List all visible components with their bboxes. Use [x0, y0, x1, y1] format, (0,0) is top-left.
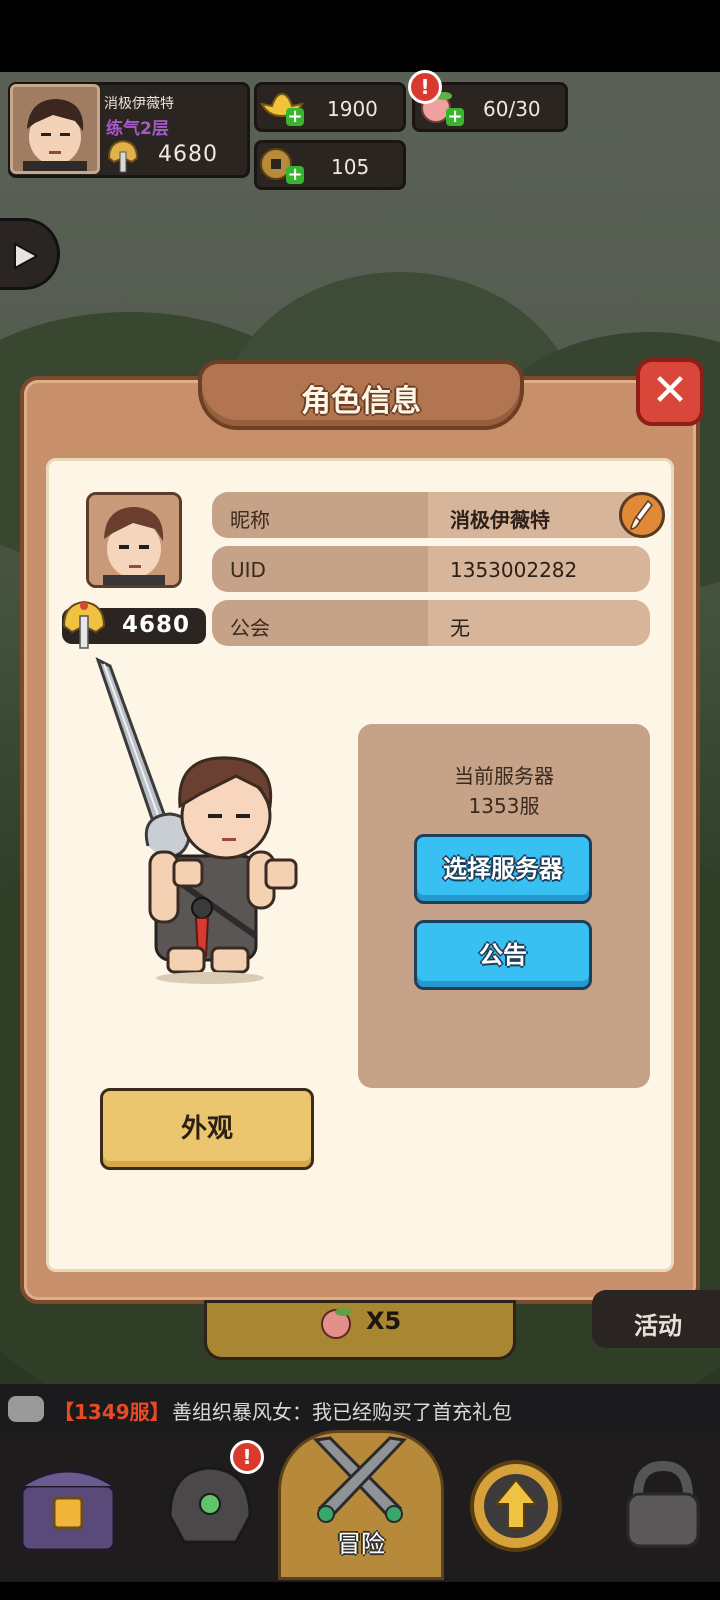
character-figure	[95, 657, 298, 984]
reward-button[interactable]	[204, 1300, 516, 1360]
character-portrait-icon	[89, 495, 179, 585]
player-avatar[interactable]	[10, 84, 100, 174]
chat-message: 善组织暴风女：我已经购买了首充礼包	[172, 1400, 512, 1424]
player-power: 4680	[158, 142, 218, 167]
nav-other[interactable]	[608, 1446, 720, 1566]
upgrade-arrow-icon	[470, 1460, 562, 1552]
activity-label: 活动	[634, 1312, 682, 1340]
nav-adventure-label: 冒险	[337, 1530, 385, 1558]
uid-value: 1353002282	[450, 558, 578, 582]
stamina-amount: 60/30	[483, 97, 541, 121]
edit-nickname-button[interactable]	[619, 492, 665, 538]
nav-shop[interactable]	[8, 1446, 128, 1566]
nav-upgrade[interactable]	[456, 1446, 576, 1566]
select-server-button[interactable]: 选择服务器	[414, 834, 592, 904]
helmet-icon	[107, 139, 139, 173]
current-server-value: 1353服	[468, 794, 540, 818]
dialog-title: 角色信息	[301, 384, 421, 419]
character-avatar[interactable]	[86, 492, 182, 588]
guild-row: 公会 无	[212, 600, 650, 646]
gold-amount: 1900	[327, 97, 378, 121]
character-power: 4680	[122, 612, 191, 638]
add-coin-icon[interactable]: +	[286, 166, 304, 184]
guild-label: 公会	[230, 616, 270, 640]
add-gold-icon[interactable]: +	[286, 108, 304, 126]
chat-bubble-icon[interactable]	[8, 1396, 44, 1422]
reward-peach-icon	[321, 1308, 351, 1339]
play-icon	[14, 242, 40, 270]
equipment-alert-badge: !	[230, 1440, 264, 1474]
stamina-alert-badge: !	[408, 70, 442, 104]
add-stamina-icon[interactable]: +	[446, 108, 464, 126]
guild-value: 无	[450, 616, 470, 640]
avatar-face-icon	[13, 87, 97, 171]
nickname-label: 昵称	[230, 508, 270, 532]
brush-icon	[630, 499, 653, 530]
player-name: 消极伊薇特	[104, 96, 174, 112]
treasure-chest-icon	[20, 1469, 116, 1552]
coin-amount: 105	[331, 155, 370, 179]
close-icon: ✕	[651, 365, 689, 416]
player-rank: 练气2层	[106, 119, 169, 139]
nickname-value: 消极伊薇特	[450, 508, 550, 532]
nickname-row: 昵称 消极伊薇特	[212, 492, 650, 538]
current-server-label: 当前服务器	[454, 764, 554, 788]
uid-row: UID 1353002282	[212, 546, 650, 592]
reward-count: X5	[366, 1307, 402, 1335]
close-button[interactable]: ✕	[636, 358, 704, 426]
crossed-swords-icon	[312, 1436, 408, 1523]
lock-icon	[626, 1460, 700, 1548]
appearance-button[interactable]: 外观	[100, 1088, 314, 1170]
notice-button[interactable]: 公告	[414, 920, 592, 990]
uid-label: UID	[230, 558, 266, 582]
chat-server-tag: 【1349服】	[54, 1400, 170, 1424]
power-helmet-icon	[62, 600, 106, 649]
